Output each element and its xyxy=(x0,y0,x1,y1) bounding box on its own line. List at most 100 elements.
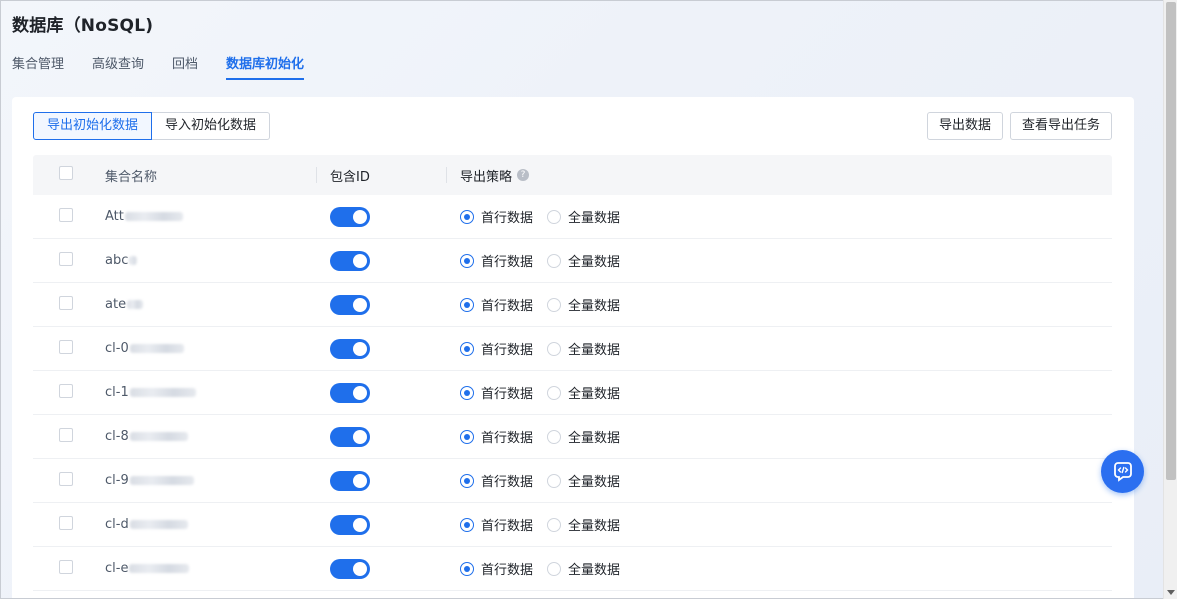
radio-full-data[interactable]: 全量数据 xyxy=(547,339,620,358)
radio-label: 首行数据 xyxy=(481,211,534,226)
redacted-text xyxy=(129,432,188,441)
row-checkbox[interactable] xyxy=(59,559,73,574)
include-id-toggle[interactable] xyxy=(330,338,370,359)
radio-dot xyxy=(547,429,562,444)
table-row: abc 首行数据 全量数据 xyxy=(33,239,1112,283)
radio-label: 首行数据 xyxy=(481,299,534,314)
radio-dot xyxy=(460,253,474,268)
include-id-toggle[interactable] xyxy=(330,250,370,271)
vertical-scrollbar[interactable] xyxy=(1163,0,1177,599)
strategy-radio-group: 首行数据 全量数据 xyxy=(460,339,620,358)
export-init-data-button[interactable]: 导出初始化数据 xyxy=(33,112,153,140)
tab-rollback[interactable]: 回档 xyxy=(172,53,198,80)
radio-label: 全量数据 xyxy=(568,343,621,358)
header-include-id: 包含ID xyxy=(330,169,370,185)
strategy-radio-group: 首行数据 全量数据 xyxy=(460,383,620,402)
row-checkbox[interactable] xyxy=(59,251,73,266)
tab-collection-management[interactable]: 集合管理 xyxy=(12,53,64,80)
include-id-toggle[interactable] xyxy=(330,470,370,491)
include-id-toggle[interactable] xyxy=(330,206,370,227)
radio-full-data[interactable]: 全量数据 xyxy=(547,295,620,314)
strategy-radio-group: 首行数据 全量数据 xyxy=(460,207,620,226)
row-checkbox[interactable] xyxy=(59,515,73,530)
radio-label: 首行数据 xyxy=(481,563,534,578)
radio-full-data[interactable]: 全量数据 xyxy=(547,427,620,446)
include-id-toggle[interactable] xyxy=(330,294,370,315)
radio-first-row[interactable]: 首行数据 xyxy=(460,559,533,578)
collection-name: cl-8 xyxy=(105,429,129,444)
radio-label: 首行数据 xyxy=(481,475,534,490)
code-chat-icon xyxy=(1113,461,1132,482)
row-checkbox[interactable] xyxy=(59,471,73,486)
radio-first-row[interactable]: 首行数据 xyxy=(460,515,533,534)
radio-label: 全量数据 xyxy=(568,299,621,314)
radio-dot xyxy=(460,473,474,488)
content-card: 导出初始化数据 导入初始化数据 导出数据 查看导出任务 集合名称 包含ID 导出… xyxy=(12,97,1134,598)
app-frame: 数据库（NoSQL) 集合管理 高级查询 回档 数据库初始化 导出初始化数据 导… xyxy=(0,0,1163,599)
strategy-radio-group: 首行数据 全量数据 xyxy=(460,471,620,490)
export-data-button[interactable]: 导出数据 xyxy=(926,112,1003,140)
radio-label: 首行数据 xyxy=(481,431,534,446)
strategy-radio-group: 首行数据 全量数据 xyxy=(460,559,620,578)
radio-label: 首行数据 xyxy=(481,255,534,270)
scrollbar-thumb[interactable] xyxy=(1166,2,1176,480)
row-checkbox[interactable] xyxy=(59,207,73,222)
radio-label: 首行数据 xyxy=(481,387,534,402)
code-chat-fab[interactable] xyxy=(1101,450,1144,493)
import-init-data-button[interactable]: 导入初始化数据 xyxy=(152,112,271,140)
collection-name: cl-9 xyxy=(105,473,129,488)
radio-first-row[interactable]: 首行数据 xyxy=(460,207,533,226)
collections-table: 集合名称 包含ID 导出策略 ? Att 首行数据 全量数据 abc 首行数据 全量数据 a… xyxy=(33,155,1112,591)
header-export-strategy: 导出策略 xyxy=(460,169,513,185)
radio-full-data[interactable]: 全量数据 xyxy=(547,207,620,226)
collection-name: Att xyxy=(105,209,124,224)
page-title: 数据库（NoSQL) xyxy=(12,16,154,36)
question-circle-icon[interactable]: ? xyxy=(517,169,530,181)
include-id-toggle[interactable] xyxy=(330,382,370,403)
strategy-radio-group: 首行数据 全量数据 xyxy=(460,295,620,314)
table-body: Att 首行数据 全量数据 abc 首行数据 全量数据 ate 首行数据 全量数据 cl-0 首行数… xyxy=(33,195,1112,591)
radio-dot xyxy=(547,341,562,356)
radio-full-data[interactable]: 全量数据 xyxy=(547,559,620,578)
collection-name: cl-d xyxy=(105,517,129,532)
radio-label: 全量数据 xyxy=(568,519,621,534)
radio-first-row[interactable]: 首行数据 xyxy=(460,383,533,402)
scroll-down-arrow[interactable] xyxy=(1167,590,1175,595)
row-checkbox[interactable] xyxy=(59,427,73,442)
include-id-toggle[interactable] xyxy=(330,514,370,535)
radio-first-row[interactable]: 首行数据 xyxy=(460,251,533,270)
radio-dot xyxy=(547,517,562,532)
radio-first-row[interactable]: 首行数据 xyxy=(460,295,533,314)
radio-full-data[interactable]: 全量数据 xyxy=(547,471,620,490)
table-row: cl-0 首行数据 全量数据 xyxy=(33,327,1112,371)
radio-dot xyxy=(460,429,474,444)
radio-full-data[interactable]: 全量数据 xyxy=(547,515,620,534)
radio-dot xyxy=(547,473,562,488)
row-checkbox[interactable] xyxy=(59,339,73,354)
tab-database-init[interactable]: 数据库初始化 xyxy=(226,53,305,80)
collection-name: abc xyxy=(105,253,129,268)
radio-dot xyxy=(547,209,562,224)
include-id-toggle[interactable] xyxy=(330,558,370,579)
strategy-radio-group: 首行数据 全量数据 xyxy=(460,515,620,534)
radio-first-row[interactable]: 首行数据 xyxy=(460,339,533,358)
radio-full-data[interactable]: 全量数据 xyxy=(547,251,620,270)
select-all-checkbox[interactable] xyxy=(59,166,73,180)
table-row: Att 首行数据 全量数据 xyxy=(33,195,1112,239)
radio-first-row[interactable]: 首行数据 xyxy=(460,427,533,446)
radio-full-data[interactable]: 全量数据 xyxy=(547,383,620,402)
row-checkbox[interactable] xyxy=(59,295,73,310)
radio-dot xyxy=(460,297,474,312)
redacted-text xyxy=(129,256,138,265)
strategy-radio-group: 首行数据 全量数据 xyxy=(460,427,620,446)
strategy-radio-group: 首行数据 全量数据 xyxy=(460,251,620,270)
radio-first-row[interactable]: 首行数据 xyxy=(460,471,533,490)
table-row: cl-9 首行数据 全量数据 xyxy=(33,459,1112,503)
row-checkbox[interactable] xyxy=(59,383,73,398)
include-id-toggle[interactable] xyxy=(330,426,370,447)
view-export-tasks-button[interactable]: 查看导出任务 xyxy=(1009,112,1112,140)
radio-label: 首行数据 xyxy=(481,343,534,358)
radio-dot xyxy=(547,297,562,312)
tab-advanced-query[interactable]: 高级查询 xyxy=(92,53,144,80)
table-row: cl-8 首行数据 全量数据 xyxy=(33,415,1112,459)
